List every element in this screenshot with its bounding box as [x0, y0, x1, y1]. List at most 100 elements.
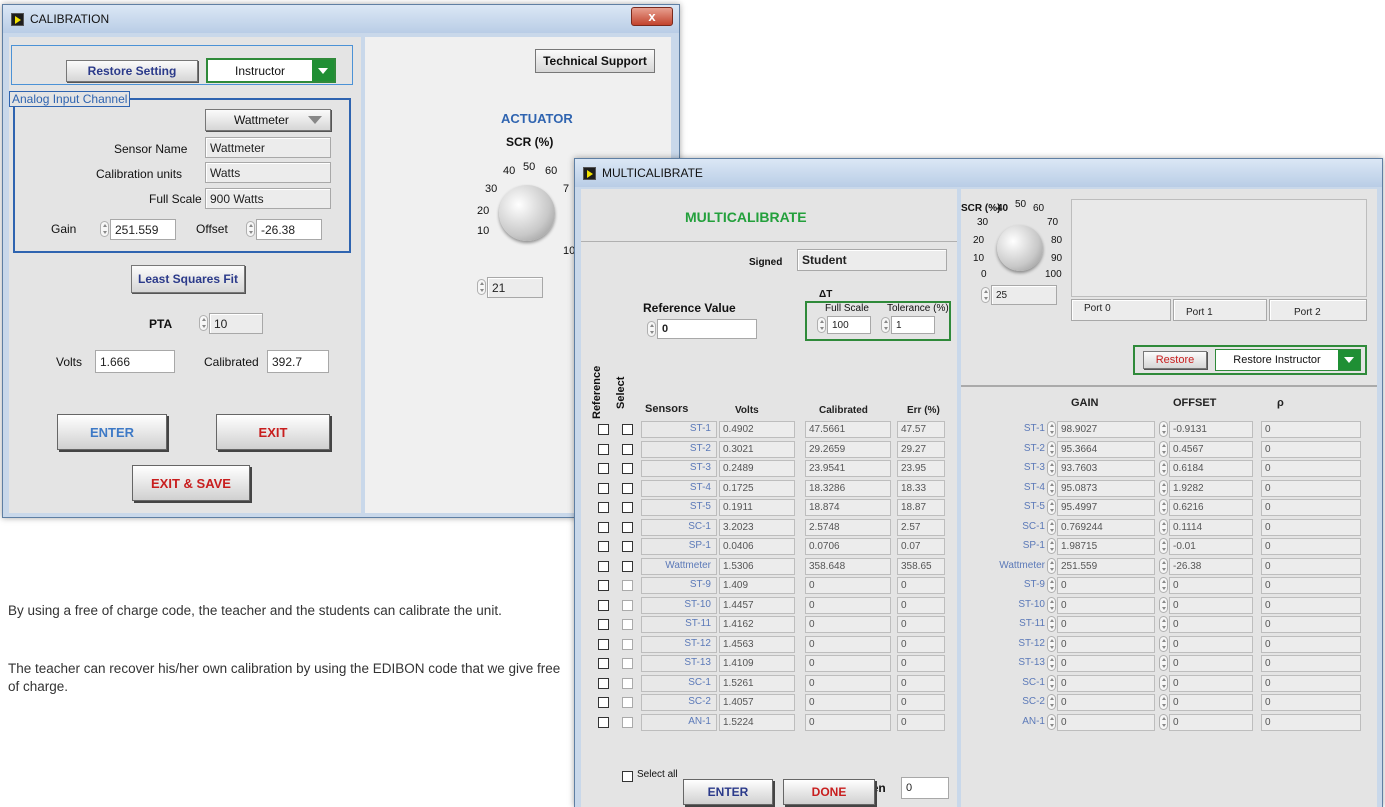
offset-cell[interactable]: 0	[1169, 655, 1253, 672]
reference-checkbox[interactable]	[598, 599, 609, 611]
offset-cell[interactable]: 0.6216	[1169, 499, 1253, 516]
select-checkbox[interactable]	[622, 658, 633, 669]
reference-checkbox[interactable]	[598, 580, 609, 591]
gain-spinner[interactable]	[1047, 674, 1056, 691]
offset-cell[interactable]: 1.9282	[1169, 479, 1253, 497]
offset-spinner[interactable]	[1159, 499, 1168, 515]
gain-cell[interactable]: 95.0873	[1057, 479, 1155, 497]
full-scale-spinner[interactable]	[817, 317, 826, 333]
offset-spinner[interactable]	[1159, 440, 1168, 457]
gain-cell[interactable]: 251.559	[1057, 557, 1155, 575]
pta-spinner[interactable]	[199, 315, 208, 331]
full-scale-field[interactable]: 100	[827, 316, 871, 334]
gain-spinner[interactable]	[1047, 538, 1056, 554]
reference-checkbox[interactable]	[598, 541, 609, 552]
reference-checkbox[interactable]	[598, 638, 609, 650]
offset-spinner[interactable]	[1159, 577, 1168, 593]
restore-setting-button[interactable]: Restore Setting	[66, 60, 198, 82]
gain-spinner[interactable]	[1047, 655, 1056, 671]
gain-cell[interactable]: 0	[1057, 596, 1155, 614]
offset-spinner[interactable]	[1159, 635, 1168, 652]
offset-cell[interactable]: 0	[1169, 616, 1253, 633]
offset-cell[interactable]: 0.4567	[1169, 440, 1253, 458]
gain-spinner[interactable]	[1047, 596, 1056, 613]
gain-cell[interactable]: 93.7603	[1057, 460, 1155, 477]
gain-cell[interactable]: 0	[1057, 655, 1155, 672]
gain-cell[interactable]: 0	[1057, 713, 1155, 731]
offset-spinner[interactable]	[1159, 694, 1168, 710]
gain-spinner[interactable]	[1047, 518, 1056, 535]
gain-spinner[interactable]	[1047, 557, 1056, 574]
offset-cell[interactable]: 0	[1169, 713, 1253, 731]
offset-cell[interactable]: -0.9131	[1169, 421, 1253, 438]
full-scale-field[interactable]: 900 Watts	[205, 188, 331, 209]
gain-cell[interactable]: 0	[1057, 694, 1155, 711]
gain-spinner[interactable]	[1047, 616, 1056, 632]
gain-spinner[interactable]	[1047, 479, 1056, 496]
offset-cell[interactable]: 0.6184	[1169, 460, 1253, 477]
gain-spinner[interactable]	[1047, 577, 1056, 593]
gain-cell[interactable]: 0	[1057, 635, 1155, 653]
offset-cell[interactable]: 0	[1169, 694, 1253, 711]
offset-cell[interactable]: 0	[1169, 635, 1253, 653]
offset-spinner[interactable]	[1159, 596, 1168, 613]
scr-value-field[interactable]: 21	[487, 277, 543, 298]
multi-enter-button[interactable]: ENTER	[683, 779, 773, 805]
select-checkbox[interactable]	[622, 716, 633, 728]
reference-checkbox[interactable]	[598, 482, 609, 494]
user-select-dropdown[interactable]: Instructor	[206, 58, 336, 83]
select-checkbox[interactable]	[622, 599, 633, 611]
gain-cell[interactable]: 0	[1057, 674, 1155, 692]
gain-field[interactable]: 251.559	[110, 219, 176, 240]
offset-cell[interactable]: 0	[1169, 596, 1253, 614]
multi-scr-value-field[interactable]: 25	[991, 285, 1057, 305]
offset-spinner[interactable]	[1159, 557, 1168, 574]
pta-field[interactable]: 10	[209, 313, 263, 334]
offset-spinner[interactable]	[1159, 479, 1168, 496]
offset-cell[interactable]: 0.1114	[1169, 518, 1253, 536]
channel-select-dropdown[interactable]: Wattmeter	[205, 109, 331, 131]
reference-checkbox[interactable]	[598, 677, 609, 689]
gain-spinner[interactable]	[1047, 694, 1056, 710]
offset-spinner[interactable]	[1159, 460, 1168, 476]
gain-spinner[interactable]	[1047, 460, 1056, 476]
restore-button[interactable]: Restore	[1143, 351, 1207, 369]
exit-button[interactable]: EXIT	[216, 414, 330, 450]
gain-cell[interactable]: 0	[1057, 616, 1155, 633]
offset-spinner[interactable]	[1159, 674, 1168, 691]
gain-spinner[interactable]	[1047, 499, 1056, 515]
offset-spinner[interactable]	[1159, 421, 1168, 437]
gain-spinner[interactable]	[1047, 635, 1056, 652]
select-checkbox[interactable]	[622, 443, 633, 455]
select-checkbox[interactable]	[622, 463, 633, 474]
calibrated-field[interactable]: 392.7	[267, 350, 329, 373]
offset-spinner[interactable]	[1159, 538, 1168, 554]
offset-spinner[interactable]	[1159, 713, 1168, 730]
gain-cell[interactable]: 1.98715	[1057, 538, 1155, 555]
reference-checkbox[interactable]	[598, 716, 609, 728]
select-checkbox[interactable]	[622, 619, 633, 630]
multi-done-button[interactable]: DONE	[783, 779, 875, 805]
scr-spinner[interactable]	[477, 279, 486, 295]
offset-cell[interactable]: -26.38	[1169, 557, 1253, 575]
close-icon[interactable]: x	[631, 7, 673, 26]
select-checkbox[interactable]	[622, 580, 633, 591]
reference-checkbox[interactable]	[598, 424, 609, 435]
reference-checkbox[interactable]	[598, 697, 609, 708]
tolerance-field[interactable]: 1	[891, 316, 935, 334]
least-squares-fit-button[interactable]: Least Squares Fit	[131, 265, 245, 293]
gain-spinner[interactable]	[1047, 713, 1056, 730]
offset-field[interactable]: -26.38	[256, 219, 322, 240]
gain-cell[interactable]: 0.769244	[1057, 518, 1155, 536]
restore-instructor-dropdown[interactable]: Restore Instructor	[1215, 349, 1361, 371]
gain-cell[interactable]: 0	[1057, 577, 1155, 594]
select-checkbox[interactable]	[622, 521, 633, 533]
select-checkbox[interactable]	[622, 677, 633, 689]
select-all-checkbox[interactable]	[622, 771, 633, 782]
reference-checkbox[interactable]	[598, 560, 609, 572]
exit-save-button[interactable]: EXIT & SAVE	[132, 465, 250, 501]
gain-spinner[interactable]	[1047, 421, 1056, 437]
offset-spinner[interactable]	[1159, 655, 1168, 671]
reference-value-field[interactable]: 0	[657, 319, 757, 339]
reference-checkbox[interactable]	[598, 619, 609, 630]
